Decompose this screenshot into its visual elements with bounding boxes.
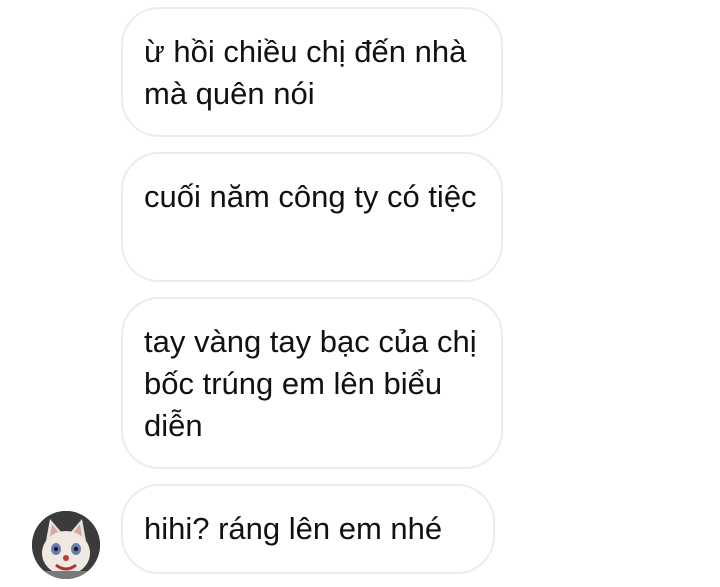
message-bubble[interactable]: cuối năm công ty có tiệc [121,152,503,282]
message-bubble[interactable]: ừ hồi chiều chị đến nhà mà quên nói [121,7,503,137]
message-text: ừ hồi chiều chị đến nhà mà quên nói [144,34,467,111]
chat-thread: ừ hồi chiều chị đến nhà mà quên nói cuối… [0,0,720,587]
message-text: cuối năm công ty có tiệc [144,179,477,214]
message-text: tay vàng tay bạc của chị bốc trúng em lê… [144,324,477,443]
cat-clown-avatar-icon [32,511,100,579]
message-bubble[interactable]: hihi? ráng lên em nhé [121,484,495,574]
sender-avatar[interactable] [32,511,100,579]
message-bubble[interactable]: tay vàng tay bạc của chị bốc trúng em lê… [121,297,503,469]
message-text: hihi? ráng lên em nhé [144,511,443,546]
